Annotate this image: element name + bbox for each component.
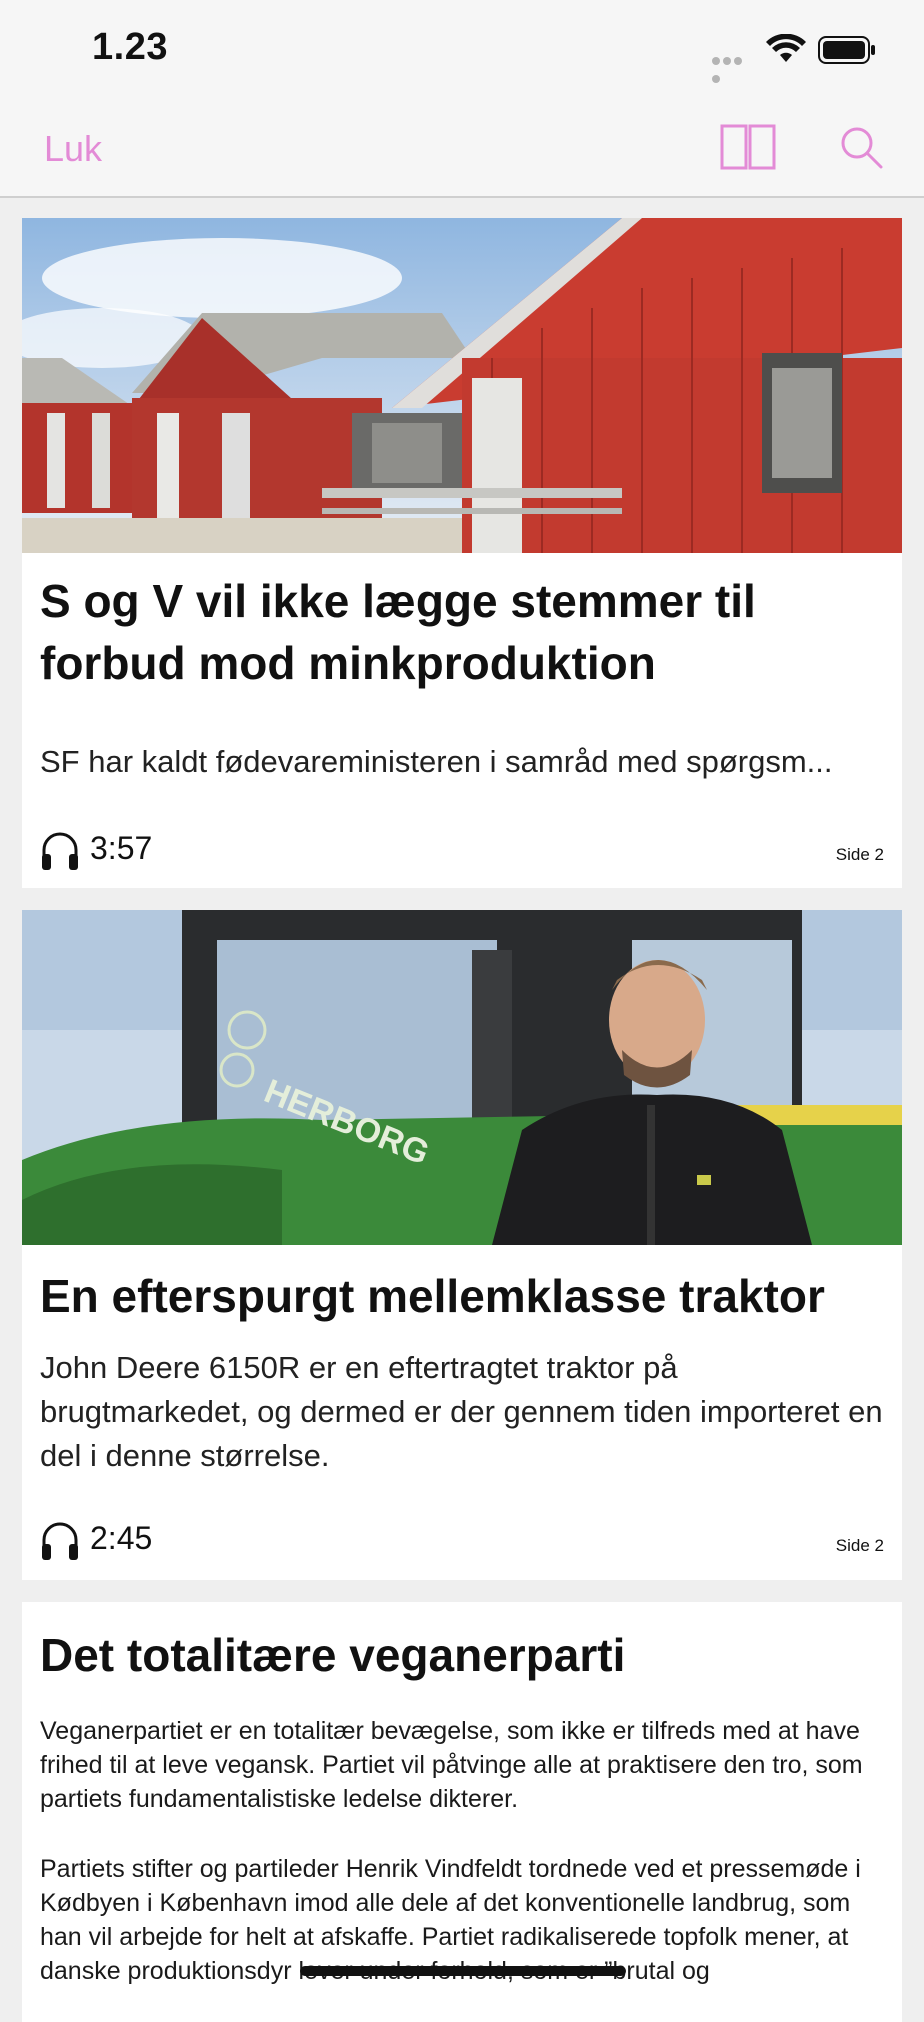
article-lead: John Deere 6150R er en eftertragtet trak… (40, 1350, 883, 1473)
close-button[interactable]: Luk (44, 128, 102, 170)
audio-play-button[interactable]: 2:45 (40, 1518, 200, 1562)
audio-play-button[interactable]: 3:57 (40, 828, 200, 872)
top-nav-bar: Luk (0, 100, 924, 198)
page-reference: Side 2 (835, 1536, 884, 1555)
wifi-icon (766, 34, 806, 62)
article-card-vegan[interactable]: Det totalitære veganerparti Veganerparti… (22, 1602, 902, 2022)
two-page-layout-icon[interactable] (720, 124, 776, 170)
status-time: 1.23 (92, 26, 168, 68)
audio-duration: 3:57 (90, 830, 153, 866)
search-icon[interactable] (838, 124, 884, 170)
article-paragraph: Veganerpartiet er en totalitær bevægelse… (40, 1717, 863, 1813)
page-reference: Side 2 (835, 845, 884, 864)
article-image-mink-farm (22, 218, 902, 553)
home-indicator[interactable] (300, 1966, 626, 1976)
article-lead: SF har kaldt fødevareministeren i samråd… (40, 744, 833, 779)
headphones-icon (42, 1522, 78, 1560)
article-title[interactable]: S og V vil ikke lægge stemmer til forbud… (40, 570, 890, 694)
article-title[interactable]: En efterspurgt mellemklasse traktor (40, 1265, 890, 1327)
battery-icon (818, 36, 875, 64)
cellular-signal-icon (712, 52, 754, 83)
article-title[interactable]: Det totalitære veganerparti (40, 1624, 890, 1686)
audio-duration: 2:45 (90, 1520, 153, 1556)
headphones-icon (42, 832, 78, 870)
article-image-tractor: HERBORG (22, 910, 902, 1245)
article-card-mink[interactable]: S og V vil ikke lægge stemmer til forbud… (22, 218, 902, 888)
status-bar: 1.23 (0, 0, 924, 100)
article-card-tractor[interactable]: HERBORG En efterspurgt mellemklasse trak… (22, 910, 902, 1580)
